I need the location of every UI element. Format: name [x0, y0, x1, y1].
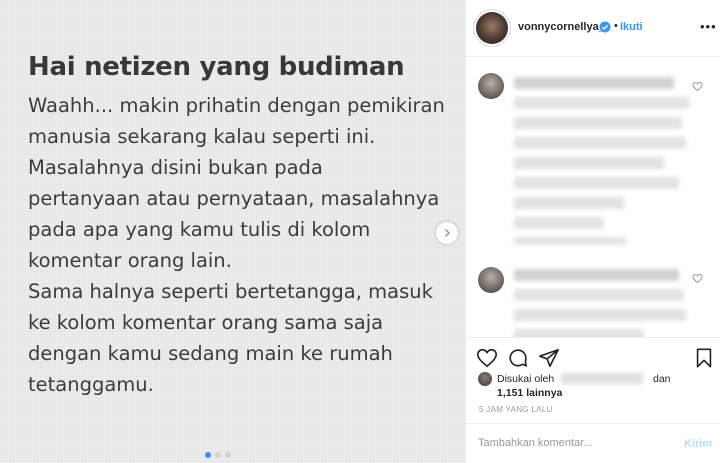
comment-icon[interactable] — [507, 347, 529, 369]
likes-and-label: dan — [653, 373, 671, 385]
blurred-comment-text — [514, 137, 686, 149]
comments-list — [466, 57, 720, 337]
post-body-line: Masalahnya disini bukan pada — [28, 156, 323, 179]
liked-by-label: Disukai oleh — [497, 373, 555, 385]
carousel-indicator — [205, 452, 231, 458]
blurred-comment-text — [514, 217, 604, 229]
blurred-comment-text — [514, 177, 679, 189]
carousel-dot-active — [205, 452, 211, 458]
comment-avatar[interactable] — [478, 73, 504, 99]
comment-like-icon[interactable] — [692, 273, 703, 284]
post-heading: Hai netizen yang budiman — [28, 52, 405, 82]
blurred-liker-name — [561, 373, 643, 384]
blurred-comment-text — [514, 97, 689, 109]
post-body-line: dengan kamu sedang main ke rumah — [28, 342, 393, 365]
post-timestamp[interactable]: 5 JAM YANG LALU — [479, 405, 553, 414]
follow-button[interactable]: Ikuti — [620, 21, 643, 33]
comment-avatar[interactable] — [478, 267, 504, 293]
chevron-right-icon — [445, 229, 450, 237]
post-body-line: manusia sekarang kalau seperti ini. — [28, 125, 376, 148]
post-body-line: pada apa yang kamu tulis di kolom — [28, 218, 371, 241]
heart-icon[interactable] — [476, 347, 498, 369]
blurred-comment-text — [514, 77, 674, 89]
likes-count-link[interactable]: 1,151 lainnya — [497, 387, 562, 399]
share-icon[interactable] — [538, 347, 560, 369]
post-body-line: pertanyaan atau pernyataan, masalahnya — [28, 187, 440, 210]
liker-avatar[interactable] — [478, 372, 492, 386]
blurred-comment-text — [514, 269, 679, 281]
blurred-comment-text — [514, 289, 684, 301]
avatar[interactable] — [476, 12, 508, 44]
post-body-line: tetanggamu. — [28, 373, 154, 396]
carousel-dot — [215, 452, 221, 458]
comment-like-icon[interactable] — [692, 81, 703, 92]
blurred-comment-text — [514, 329, 644, 337]
post-actions — [466, 337, 720, 375]
post-body-line: komentar orang lain. — [28, 249, 232, 272]
blurred-comment-meta — [514, 237, 626, 245]
verified-badge-icon — [599, 21, 611, 33]
separator-dot: • — [614, 20, 618, 32]
post-header: vonnycornellya_ • Ikuti ••• — [466, 0, 720, 57]
post-body-text: Waahh... makin prihatin dengan pemikiran… — [28, 90, 458, 400]
carousel-dot — [225, 452, 231, 458]
blurred-comment-text — [514, 117, 682, 129]
add-comment-bar: Kirim — [466, 423, 720, 463]
post-body-line: Sama halnya seperti bertetangga, masuk — [28, 280, 433, 303]
comment-input[interactable] — [478, 437, 658, 449]
post-body-line: ke kolom komentar orang sama saja — [28, 311, 384, 334]
username-link[interactable]: vonnycornellya_ — [518, 21, 605, 33]
blurred-comment-text — [514, 197, 624, 209]
more-options-icon[interactable]: ••• — [700, 19, 717, 34]
blurred-comment-text — [514, 157, 664, 169]
bookmark-icon[interactable] — [693, 347, 715, 369]
post-image[interactable]: Hai netizen yang budiman Waahh... makin … — [0, 0, 465, 463]
next-slide-button[interactable] — [436, 222, 458, 244]
post-body-line: Waahh... makin prihatin dengan pemikiran — [28, 94, 445, 117]
post-side-panel: vonnycornellya_ • Ikuti ••• Disukai oleh… — [465, 0, 720, 463]
post-comment-button[interactable]: Kirim — [684, 438, 712, 450]
blurred-comment-text — [514, 309, 686, 321]
